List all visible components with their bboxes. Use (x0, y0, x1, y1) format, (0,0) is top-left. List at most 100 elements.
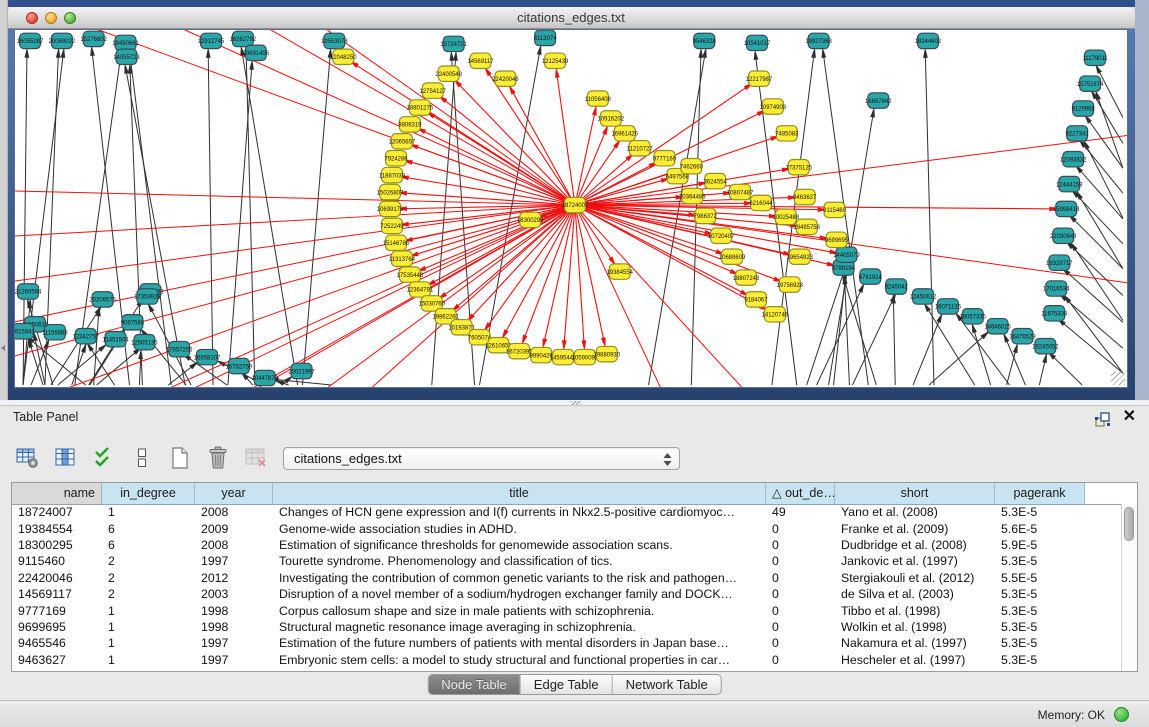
column-header-short[interactable]: short (835, 483, 995, 504)
table-cell[interactable]: Changes of HCN gene expression and I(f) … (273, 505, 766, 519)
table-cell[interactable]: 0 (766, 653, 835, 667)
table-cell[interactable]: 1997 (195, 653, 273, 667)
table-cell[interactable]: 0 (766, 587, 835, 601)
window-resize-grip-icon[interactable] (1111, 371, 1125, 385)
table-cell[interactable]: 0 (766, 538, 835, 552)
table-cell[interactable]: Genome-wide association studies in ADHD. (273, 522, 766, 536)
table-cell[interactable]: Investigating the contribution of common… (273, 571, 766, 585)
table-cell[interactable]: 9777169 (12, 604, 102, 618)
column-header-in_degree[interactable]: in_degree (102, 483, 195, 504)
table-cell[interactable]: 1998 (195, 604, 273, 618)
table-cell[interactable]: 1 (102, 604, 195, 618)
table-cell[interactable]: 2012 (195, 571, 273, 585)
table-row[interactable]: 946362711997Embryonic stem cells: a mode… (12, 652, 1121, 668)
table-cell[interactable]: 2008 (195, 538, 273, 552)
table-cell[interactable]: Tibbo et al. (1998) (835, 604, 995, 618)
network-canvas[interactable]: 1605528720088022152766021945066112912745… (15, 30, 1127, 387)
table-cell[interactable]: 5.3E-5 (995, 587, 1085, 601)
table-vertical-scrollbar[interactable] (1121, 504, 1137, 671)
tab-network-table[interactable]: Network Table (613, 675, 721, 694)
table-cell[interactable]: Franke et al. (2009) (835, 522, 995, 536)
table-cell[interactable]: 9463627 (12, 653, 102, 667)
show-columns-button[interactable] (52, 445, 79, 471)
float-panel-icon[interactable] (1094, 411, 1111, 427)
table-row[interactable]: 1872400712008Changes of HCN gene express… (12, 504, 1121, 520)
table-cell[interactable]: 6 (102, 538, 195, 552)
table-cell[interactable]: 1 (102, 636, 195, 650)
table-cell[interactable]: Wolkin et al. (1998) (835, 620, 995, 634)
table-cell[interactable]: Estimation of significance thresholds fo… (273, 538, 766, 552)
table-cell[interactable]: Dudbridge et al. (2008) (835, 538, 995, 552)
table-cell[interactable]: 14569117 (12, 587, 102, 601)
table-cell[interactable]: 9115460 (12, 554, 102, 568)
table-cell[interactable]: 2 (102, 554, 195, 568)
table-cell[interactable]: 5.6E-5 (995, 522, 1085, 536)
table-cell[interactable]: Structural magnetic resonance image aver… (273, 620, 766, 634)
table-cell[interactable]: 1 (102, 620, 195, 634)
unselect-all-button[interactable] (128, 445, 155, 471)
table-cell[interactable]: 5.3E-5 (995, 653, 1085, 667)
panel-divider[interactable] (0, 400, 1149, 406)
table-cell[interactable]: 5.3E-5 (995, 554, 1085, 568)
column-header-name[interactable]: name (12, 483, 102, 504)
table-cell[interactable]: Tourette syndrome. Phenomenology and cla… (273, 554, 766, 568)
zoom-window-button[interactable] (64, 12, 76, 24)
table-row[interactable]: 946554611997Estimation of the future num… (12, 635, 1121, 651)
table-cell[interactable]: Disruption of a novel member of a sodium… (273, 587, 766, 601)
split-collapse-icon[interactable] (1, 345, 5, 351)
table-row[interactable]: 969969511998Structural magnetic resonanc… (12, 619, 1121, 635)
close-panel-icon[interactable]: ✕ (1123, 408, 1136, 426)
table-cell[interactable]: 5.3E-5 (995, 604, 1085, 618)
table-cell[interactable]: Estimation of the future numbers of pati… (273, 636, 766, 650)
table-cell[interactable]: 0 (766, 604, 835, 618)
table-cell[interactable]: 5.9E-5 (995, 538, 1085, 552)
table-cell[interactable]: 0 (766, 522, 835, 536)
table-mode-button[interactable] (14, 445, 41, 471)
table-cell[interactable]: 2009 (195, 522, 273, 536)
table-cell[interactable]: Jankovic et al. (1997) (835, 554, 995, 568)
new-column-button[interactable] (166, 445, 193, 471)
column-header-year[interactable]: year (195, 483, 273, 504)
column-header-pagerank[interactable]: pagerank (995, 483, 1085, 504)
table-cell[interactable]: 1997 (195, 554, 273, 568)
memory-status-indicator[interactable] (1114, 707, 1129, 722)
network-window-titlebar[interactable]: citations_edges.txt (7, 7, 1135, 29)
tab-node-table[interactable]: Node Table (428, 675, 521, 694)
table-row[interactable]: 2242004622012Investigating the contribut… (12, 570, 1121, 586)
table-cell[interactable]: 2 (102, 571, 195, 585)
table-cell[interactable]: Corpus callosum shape and size in male p… (273, 604, 766, 618)
table-cell[interactable]: 9699695 (12, 620, 102, 634)
divider-grip-icon[interactable] (571, 401, 581, 405)
table-cell[interactable]: 0 (766, 620, 835, 634)
table-cell[interactable]: 18724007 (12, 505, 102, 519)
table-cell[interactable]: 5.5E-5 (995, 571, 1085, 585)
table-cell[interactable]: 1997 (195, 636, 273, 650)
table-cell[interactable]: 1 (102, 505, 195, 519)
table-cell[interactable]: Yano et al. (2008) (835, 505, 995, 519)
delete-table-button[interactable] (242, 445, 269, 471)
table-cell[interactable]: 0 (766, 571, 835, 585)
table-cell[interactable]: 19384554 (12, 522, 102, 536)
table-cell[interactable]: 2003 (195, 587, 273, 601)
close-window-button[interactable] (26, 12, 38, 24)
table-cell[interactable]: 1 (102, 653, 195, 667)
table-cell[interactable]: 2 (102, 587, 195, 601)
table-cell[interactable]: 1998 (195, 620, 273, 634)
table-cell[interactable]: de Silva et al. (2003) (835, 587, 995, 601)
delete-column-button[interactable] (204, 445, 231, 471)
table-cell[interactable]: 9465546 (12, 636, 102, 650)
table-cell[interactable]: 5.3E-5 (995, 636, 1085, 650)
table-row[interactable]: 1938455462009Genome-wide association stu… (12, 520, 1121, 536)
table-cell[interactable]: 2008 (195, 505, 273, 519)
table-row[interactable]: 911546021997Tourette syndrome. Phenomeno… (12, 553, 1121, 569)
table-cell[interactable]: 5.3E-5 (995, 505, 1085, 519)
table-cell[interactable]: Stergiakouli et al. (2012) (835, 571, 995, 585)
tab-edge-table[interactable]: Edge Table (521, 675, 613, 694)
table-row[interactable]: 1456911722003Disruption of a novel membe… (12, 586, 1121, 602)
minimize-window-button[interactable] (45, 12, 57, 24)
table-cell[interactable]: 6 (102, 522, 195, 536)
table-cell[interactable]: Embryonic stem cells: a model to study s… (273, 653, 766, 667)
table-select-dropdown[interactable]: citations_edges.txt (283, 447, 680, 470)
scrollbar-thumb[interactable] (1124, 507, 1134, 541)
table-cell[interactable]: 49 (766, 505, 835, 519)
